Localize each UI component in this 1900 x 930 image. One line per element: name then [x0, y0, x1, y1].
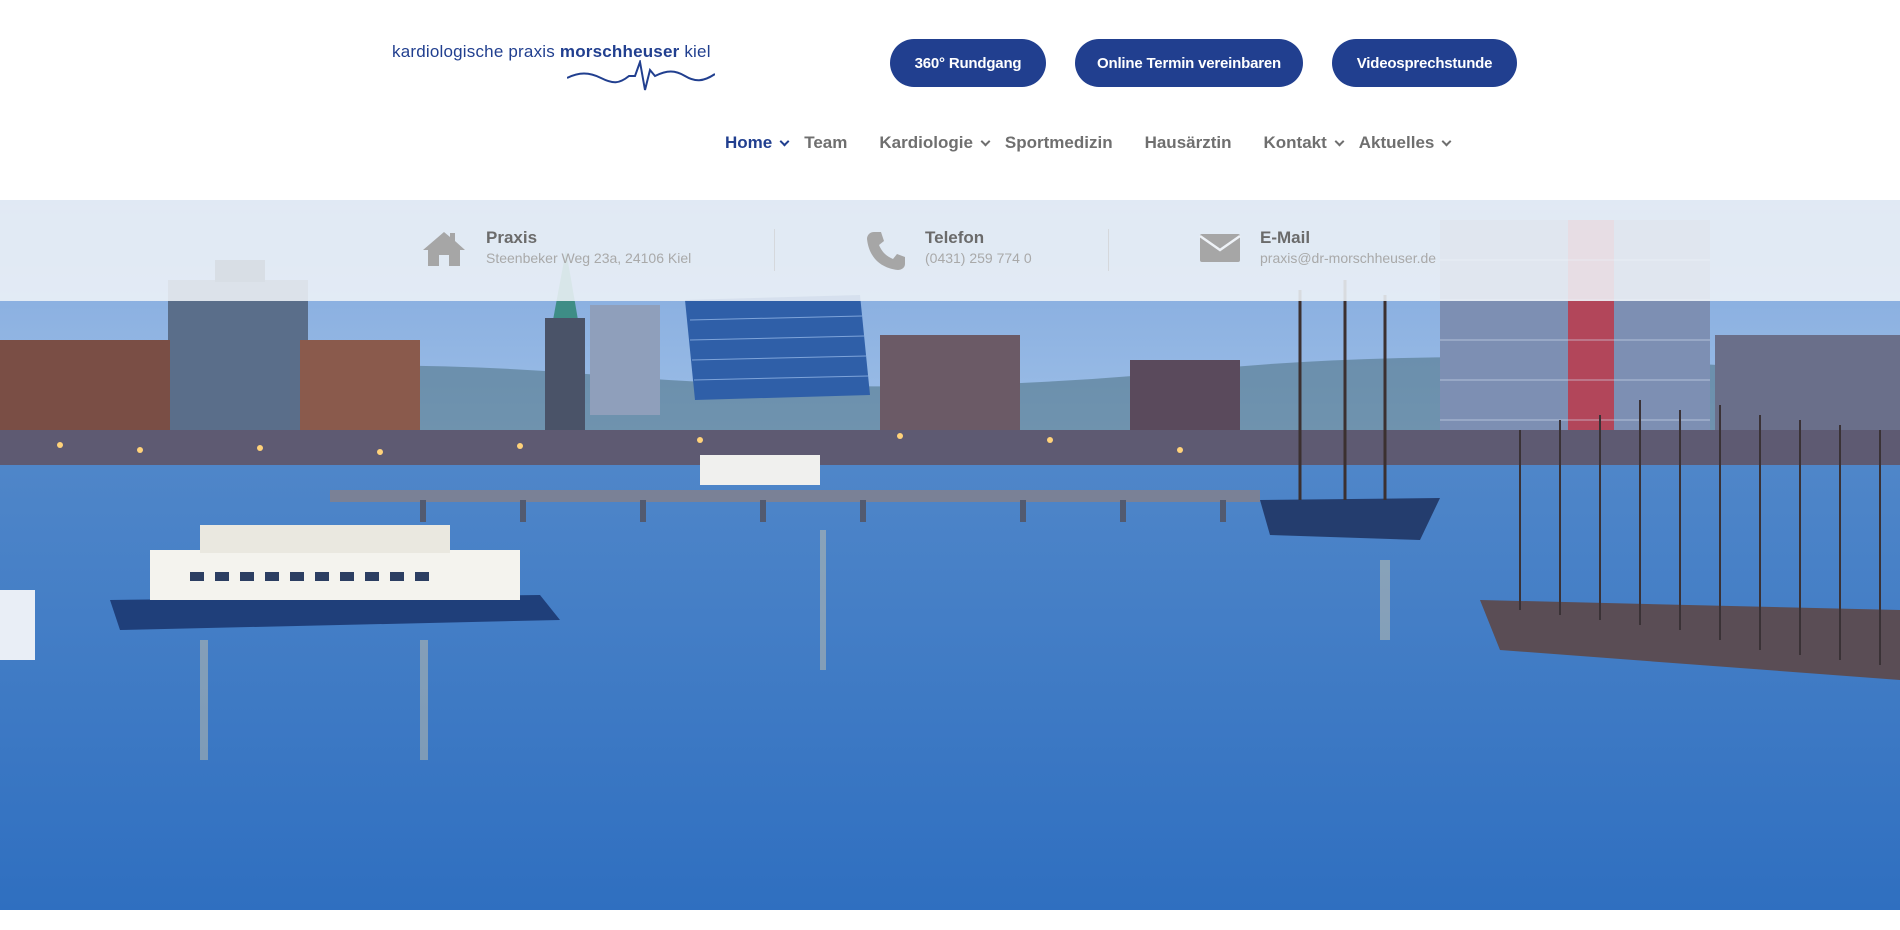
- nav-item-kontakt[interactable]: Kontakt: [1263, 133, 1345, 153]
- nav-item-kardiologie[interactable]: Kardiologie: [879, 133, 991, 153]
- contact-info-bar: Praxis Steenbeker Weg 23a, 24106 Kiel Te…: [0, 200, 1900, 301]
- online-termin-button[interactable]: Online Termin vereinbaren: [1075, 39, 1303, 87]
- heartbeat-line-icon: [567, 60, 715, 91]
- info-value: praxis@dr-morschheuser.de: [1260, 250, 1437, 266]
- nav-item-hausaerztin[interactable]: Hausärztin: [1145, 133, 1232, 153]
- rundgang-button[interactable]: 360° Rundgang: [890, 39, 1046, 87]
- nav-item-label: Kardiologie: [879, 133, 973, 152]
- main-navigation: Home Team Kardiologie Sportmedizin Hausä…: [725, 131, 1452, 155]
- page-bottom-strip: [0, 910, 1900, 930]
- chevron-down-icon: [779, 136, 790, 146]
- envelope-icon: [1199, 234, 1241, 262]
- nav-item-home[interactable]: Home: [725, 133, 790, 153]
- info-email[interactable]: E-Mail praxis@dr-morschheuser.de: [1199, 228, 1499, 272]
- nav-item-aktuelles[interactable]: Aktuelles: [1358, 133, 1452, 153]
- hero-harbor-image: [0, 200, 1900, 910]
- info-divider: [1108, 229, 1109, 271]
- chevron-down-icon: [980, 136, 991, 146]
- nav-item-label: Team: [804, 133, 848, 152]
- phone-icon: [867, 232, 905, 270]
- nav-item-sportmedizin[interactable]: Sportmedizin: [1005, 133, 1113, 153]
- videosprechstunde-button[interactable]: Videosprechstunde: [1332, 39, 1517, 87]
- nav-item-label: Hausärztin: [1144, 133, 1232, 152]
- nav-item-label: Sportmedizin: [1004, 133, 1113, 152]
- chevron-down-icon: [1441, 136, 1452, 146]
- site-header: kardiologische praxis morschheuser kiel …: [0, 0, 1900, 200]
- info-title: Praxis: [486, 228, 538, 247]
- info-telefon[interactable]: Telefon (0431) 259 774 0: [865, 228, 1065, 272]
- info-value: Steenbeker Weg 23a, 24106 Kiel: [486, 250, 692, 266]
- info-title: Telefon: [925, 228, 985, 247]
- nav-item-label: Kontakt: [1263, 133, 1327, 152]
- chevron-down-icon: [1334, 136, 1345, 146]
- nav-item-label: Home: [725, 133, 773, 152]
- nav-item-team[interactable]: Team: [804, 133, 847, 153]
- home-icon: [423, 232, 465, 266]
- info-value: (0431) 259 774 0: [925, 250, 1032, 266]
- info-title: E-Mail: [1260, 228, 1311, 247]
- info-praxis: Praxis Steenbeker Weg 23a, 24106 Kiel: [421, 228, 721, 272]
- practice-logo[interactable]: kardiologische praxis morschheuser kiel: [392, 34, 715, 96]
- nav-item-label: Aktuelles: [1358, 133, 1435, 152]
- logo-wordmark: kardiologische praxis morschheuser kiel: [392, 42, 711, 61]
- info-divider: [774, 229, 775, 271]
